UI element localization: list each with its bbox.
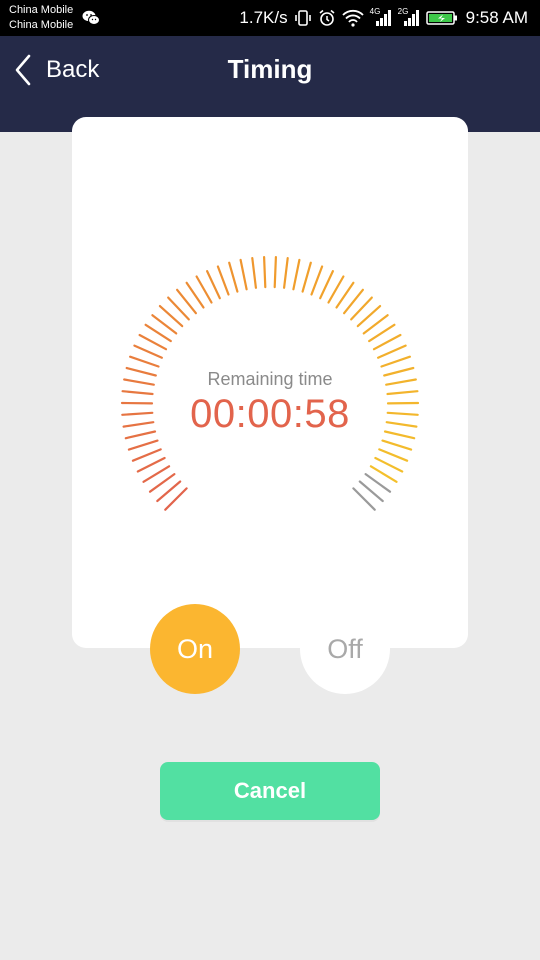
dial-tick — [381, 439, 413, 451]
dial-tick — [127, 439, 159, 451]
dial-tick — [133, 344, 163, 359]
dial-tick — [380, 355, 411, 368]
dial-tick — [138, 333, 168, 351]
dial-tick — [273, 256, 277, 289]
dial-tick — [251, 257, 257, 289]
off-label: Off — [327, 633, 363, 664]
cancel-button[interactable]: Cancel — [160, 762, 380, 820]
on-button[interactable]: On — [150, 604, 240, 694]
dial-tick — [206, 270, 221, 300]
dial-tick — [228, 261, 239, 293]
off-button[interactable]: Off — [300, 604, 390, 694]
dial-tick — [327, 275, 345, 304]
on-label: On — [176, 633, 214, 664]
cancel-label: Cancel — [233, 778, 307, 803]
dial-tick — [377, 344, 407, 359]
dial-tick — [136, 456, 166, 473]
dial-tick — [263, 256, 267, 289]
dial-tick — [195, 275, 213, 304]
dial-tick — [378, 448, 409, 462]
remaining-time-value: 00:00:58 — [190, 392, 350, 436]
dial-tick — [216, 265, 230, 296]
dial-tick — [374, 456, 404, 473]
dial-tick — [131, 448, 162, 462]
dial-tick — [292, 258, 301, 291]
dial-tick — [310, 265, 324, 296]
dial-tick — [239, 258, 248, 291]
dial-tick — [129, 355, 160, 368]
dial-tick — [283, 257, 289, 289]
remaining-time-label: Remaining time — [207, 369, 333, 389]
dial-tick — [372, 333, 402, 351]
dial-tick — [301, 261, 312, 293]
dial-tick — [319, 270, 334, 300]
